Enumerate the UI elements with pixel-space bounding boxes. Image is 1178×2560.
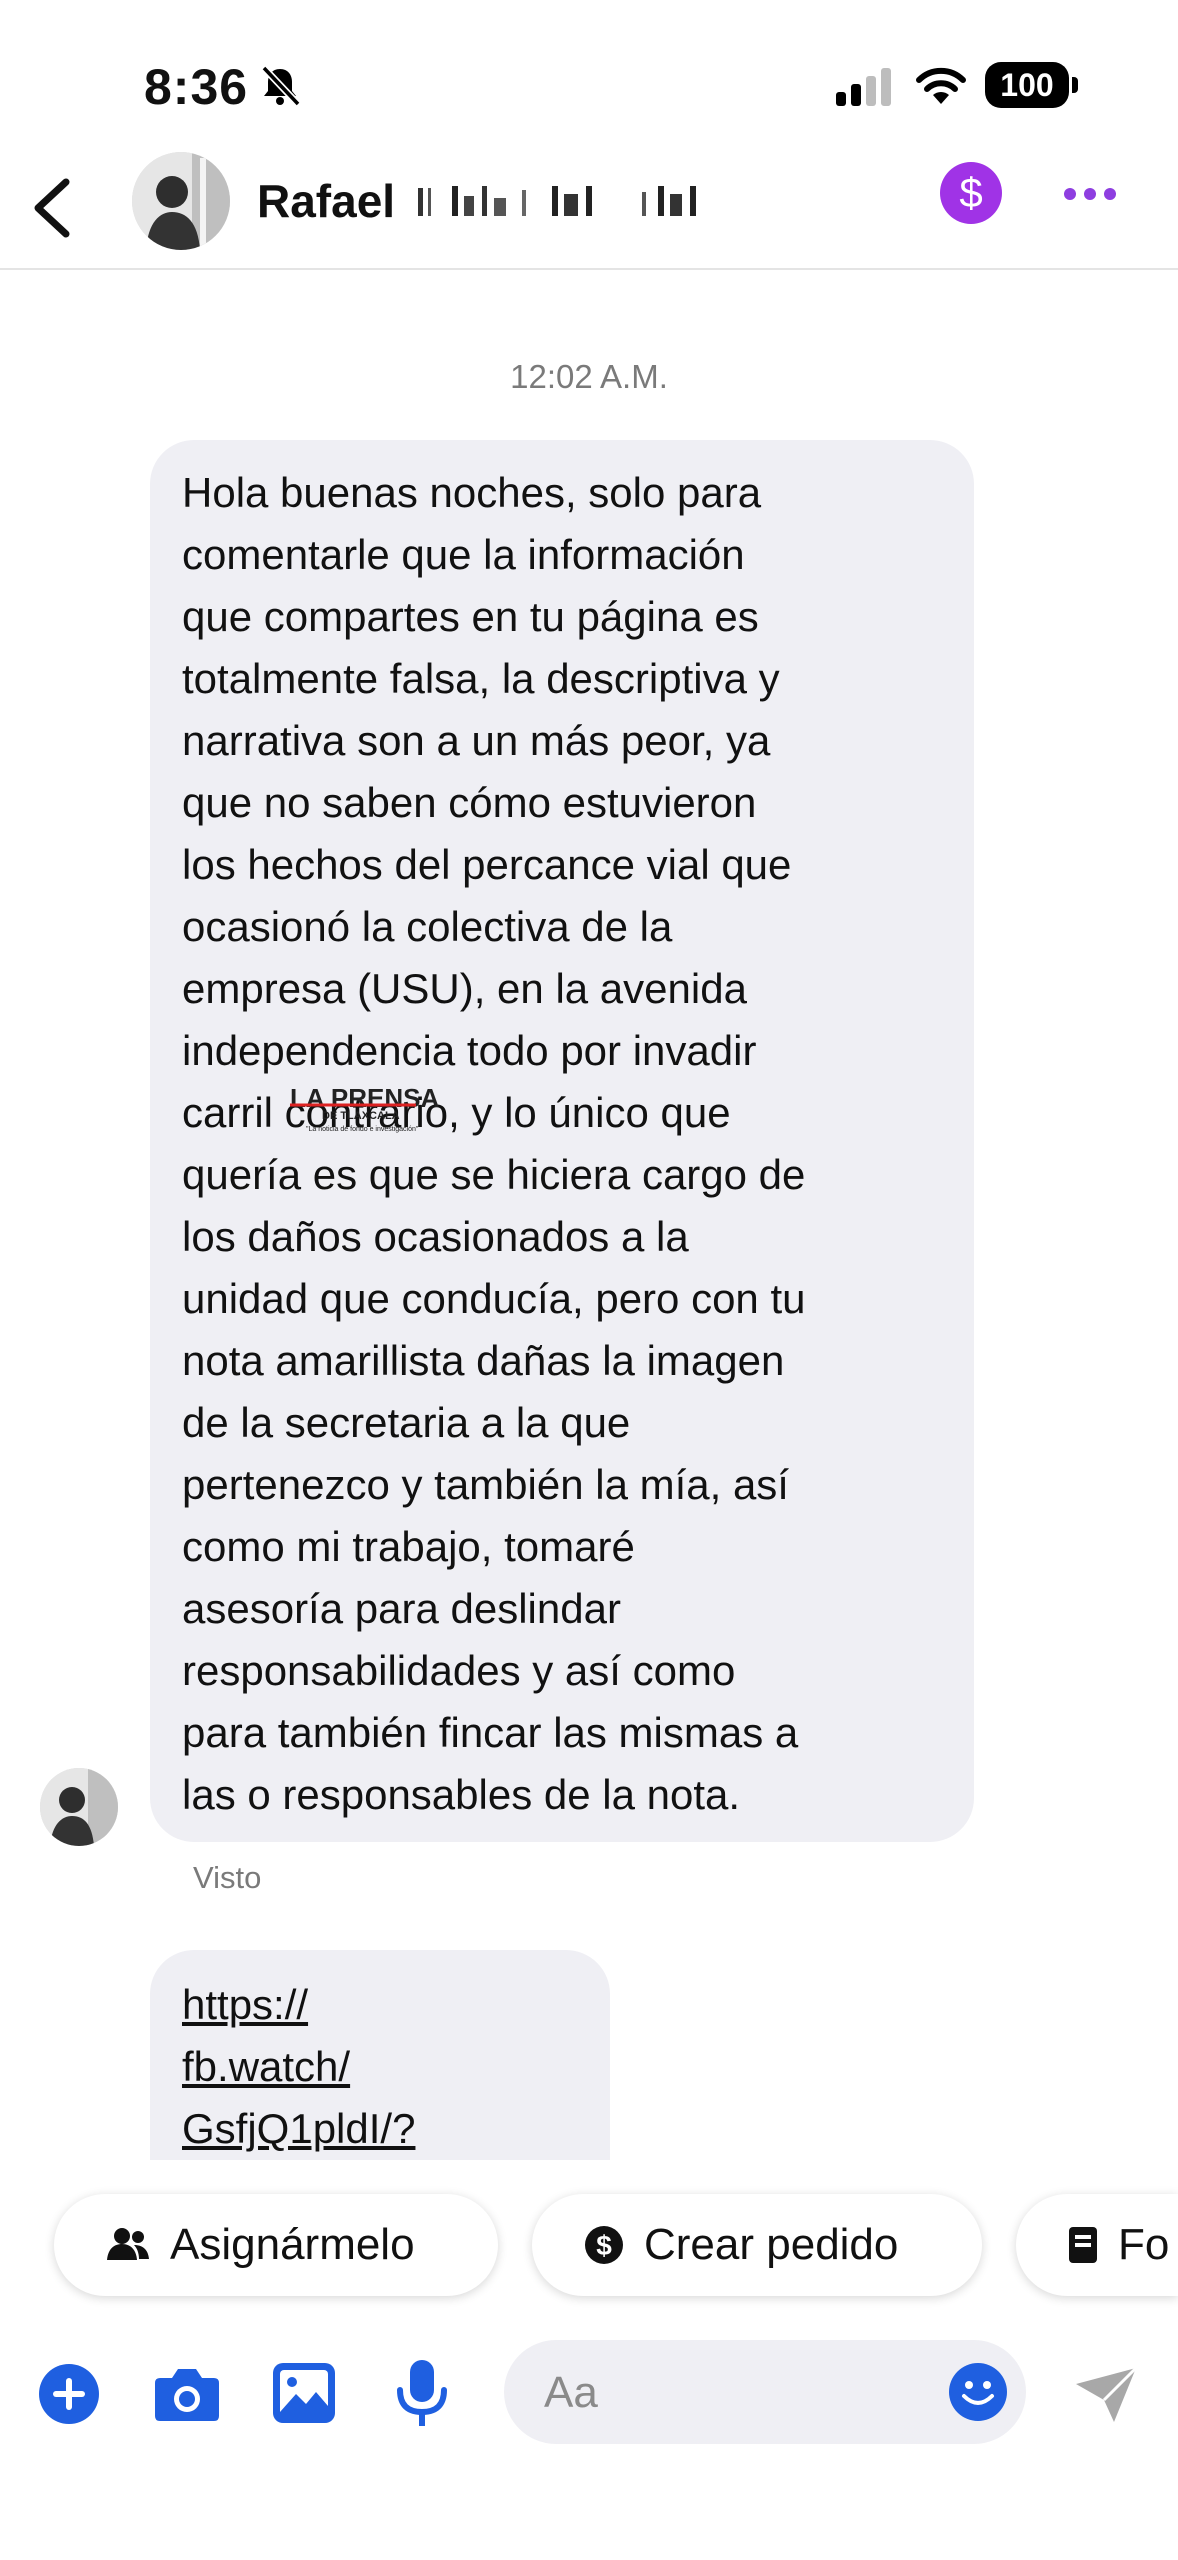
watermark-logo: LA PRENSA DE TLAXCALA "La noticia de fon… xyxy=(290,1083,439,1133)
watermark-brand: LA PRENSA xyxy=(290,1083,439,1113)
quick-reply-label: Fo xyxy=(1118,2220,1170,2269)
message-composer: Aa xyxy=(0,2318,1178,2478)
payment-dollar-button[interactable]: $ xyxy=(940,162,1002,224)
incoming-message-bubble[interactable]: Hola buenas noches, solo para comentarle… xyxy=(150,440,974,1842)
quick-reply-create-order[interactable]: $ Crear pedido xyxy=(532,2194,982,2296)
sender-avatar[interactable] xyxy=(40,1768,118,1846)
status-time: 8:36 xyxy=(144,59,249,115)
quick-reply-label: Asignármelo xyxy=(170,2220,415,2269)
message-text: Hola buenas noches, solo para comentarle… xyxy=(182,469,806,1818)
watermark-tagline: "La noticia de fondo e investigación" xyxy=(306,1126,419,1133)
document-icon xyxy=(1069,2227,1097,2263)
send-icon[interactable] xyxy=(1074,2366,1138,2424)
bell-muted-icon xyxy=(261,65,301,107)
emoji-icon[interactable] xyxy=(948,2362,1008,2422)
shared-link[interactable]: https:// fb.watch/ GsfjQ1pldI/? xyxy=(182,1974,580,2160)
dollar-circle-icon: $ xyxy=(585,2226,623,2264)
photo-gallery-icon[interactable] xyxy=(272,2362,336,2424)
person-photo-icon xyxy=(40,1768,118,1846)
wifi-icon xyxy=(916,67,966,104)
watermark-region: DE TLAXCALA xyxy=(322,1110,400,1122)
add-plus-icon[interactable] xyxy=(38,2363,100,2425)
seen-indicator: Visto xyxy=(193,1860,262,1895)
cellular-signal-icon xyxy=(836,68,891,106)
quick-replies-bar: Asignármelo $ Crear pedido Fo xyxy=(0,2160,1178,2310)
chat-header: Rafael $ xyxy=(0,150,1178,270)
svg-text:$: $ xyxy=(596,2230,612,2261)
back-chevron-icon[interactable] xyxy=(28,176,74,240)
quick-reply-assign[interactable]: Asignármelo xyxy=(54,2194,498,2296)
camera-icon[interactable] xyxy=(154,2366,220,2422)
contact-avatar[interactable] xyxy=(132,152,230,250)
battery-indicator: 100 xyxy=(985,62,1078,108)
message-input[interactable]: Aa xyxy=(504,2340,1026,2444)
quick-reply-form[interactable]: Fo xyxy=(1016,2194,1178,2296)
people-icon xyxy=(107,2228,149,2260)
person-photo-icon xyxy=(132,152,230,250)
message-timestamp: 12:02 A.M. xyxy=(510,358,668,395)
quick-reply-label: Crear pedido xyxy=(644,2220,899,2269)
microphone-icon[interactable] xyxy=(396,2358,448,2428)
more-options-icon[interactable] xyxy=(1062,186,1118,202)
link-message-bubble[interactable]: https:// fb.watch/ GsfjQ1pldI/? xyxy=(150,1950,610,2170)
contact-name[interactable]: Rafael xyxy=(257,174,395,228)
status-bar: 8:36 100 xyxy=(0,0,1178,150)
redacted-surname xyxy=(418,186,696,216)
message-input-placeholder: Aa xyxy=(544,2368,598,2417)
